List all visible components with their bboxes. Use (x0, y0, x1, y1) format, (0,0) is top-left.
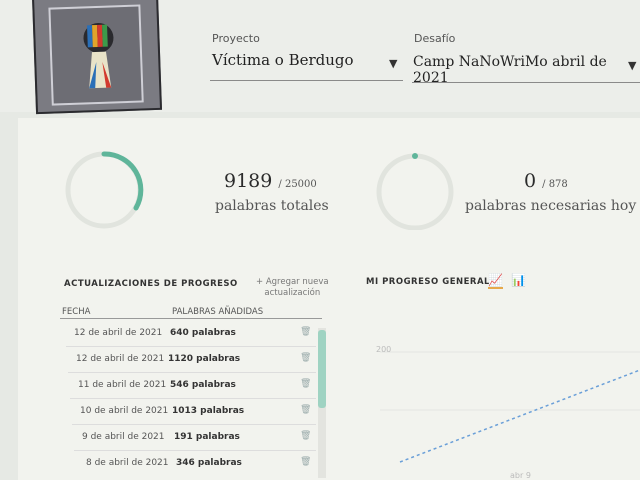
today-words-value: 0 (524, 170, 537, 192)
table-row: 12 de abril de 2021 1120 palabras 🗑 (0, 349, 320, 375)
table-row: 8 de abril de 2021 346 palabras 🗑 (0, 453, 320, 479)
scrollbar-thumb[interactable] (318, 330, 326, 408)
y-tick-label: 200 (376, 345, 391, 354)
total-words-value: 9189 (224, 170, 273, 192)
progress-series-line (399, 369, 640, 463)
table-row: 12 de abril de 2021 640 palabras 🗑 (0, 323, 320, 349)
trash-icon[interactable]: 🗑 (300, 431, 311, 441)
today-words-caption: palabras necesarias hoy (465, 198, 637, 214)
total-words-stat: 9189 / 25000 (224, 170, 317, 192)
project-select[interactable]: Víctima o Berdugo (212, 51, 354, 69)
row-words: 546 palabras (170, 380, 236, 390)
trash-icon[interactable]: 🗑 (300, 379, 311, 389)
add-update-link-line1: + Agregar nueva (256, 277, 329, 287)
x-tick-label: abr 9 (510, 471, 531, 480)
row-divider (66, 346, 316, 347)
chevron-down-icon[interactable]: ▼ (628, 59, 636, 72)
today-words-ring (376, 153, 454, 230)
progress-line-chart: 200 abr 9 (376, 345, 640, 480)
row-divider (74, 450, 316, 451)
column-header-words: PALABRAS AÑADIDAS (172, 307, 264, 317)
row-date: 8 de abril de 2021 (86, 458, 169, 468)
today-words-goal: / 878 (542, 179, 568, 190)
row-divider (68, 372, 316, 373)
column-header-date: FECHA (62, 307, 91, 317)
table-header-rule (60, 318, 322, 319)
project-select-underline (210, 80, 403, 81)
header-bar: Proyecto Víctima o Berdugo ▼ Desafío Cam… (0, 0, 640, 115)
row-date: 12 de abril de 2021 (76, 354, 165, 364)
row-divider (70, 398, 316, 399)
chart-section-title: MI PROGRESO GENERAL (366, 277, 490, 287)
challenge-select-underline (412, 82, 640, 83)
line-chart-icon[interactable]: 📈 (488, 273, 503, 289)
updates-section-title: ACTUALIZACIONES DE PROGRESO (64, 279, 238, 289)
row-date: 11 de abril de 2021 (78, 380, 167, 390)
row-words: 191 palabras (174, 432, 240, 442)
row-words: 1013 palabras (172, 406, 245, 416)
challenge-label: Desafío (414, 32, 456, 45)
table-row: 10 de abril de 2021 1013 palabras 🗑 (0, 401, 320, 427)
table-row: 9 de abril de 2021 191 palabras 🗑 (0, 427, 320, 453)
total-words-ring (65, 151, 144, 229)
project-label: Proyecto (212, 32, 260, 45)
table-row: 11 de abril de 2021 546 palabras 🗑 (0, 375, 320, 401)
row-divider (72, 424, 316, 425)
project-cover-image (31, 0, 163, 115)
trash-icon[interactable]: 🗑 (300, 327, 311, 337)
row-words: 640 palabras (170, 328, 236, 338)
trash-icon[interactable]: 🗑 (300, 457, 311, 467)
keyhole-icon (83, 22, 114, 89)
row-date: 9 de abril de 2021 (82, 432, 165, 442)
add-update-link-line2: actualización (264, 288, 321, 298)
updates-scrollbar[interactable] (318, 328, 326, 478)
bar-chart-icon[interactable]: 📊 (511, 273, 526, 287)
total-words-goal: / 25000 (278, 179, 317, 190)
trash-icon[interactable]: 🗑 (300, 405, 311, 415)
total-words-caption: palabras totales (215, 198, 329, 214)
trash-icon[interactable]: 🗑 (300, 353, 311, 363)
today-words-stat: 0 / 878 (524, 170, 568, 192)
chevron-down-icon[interactable]: ▼ (389, 57, 397, 70)
row-date: 12 de abril de 2021 (74, 328, 163, 338)
row-date: 10 de abril de 2021 (80, 406, 169, 416)
row-words: 1120 palabras (168, 354, 241, 364)
row-words: 346 palabras (176, 458, 242, 468)
cover-frame (48, 4, 144, 106)
add-update-link[interactable]: + Agregar nueva actualización (256, 277, 329, 299)
